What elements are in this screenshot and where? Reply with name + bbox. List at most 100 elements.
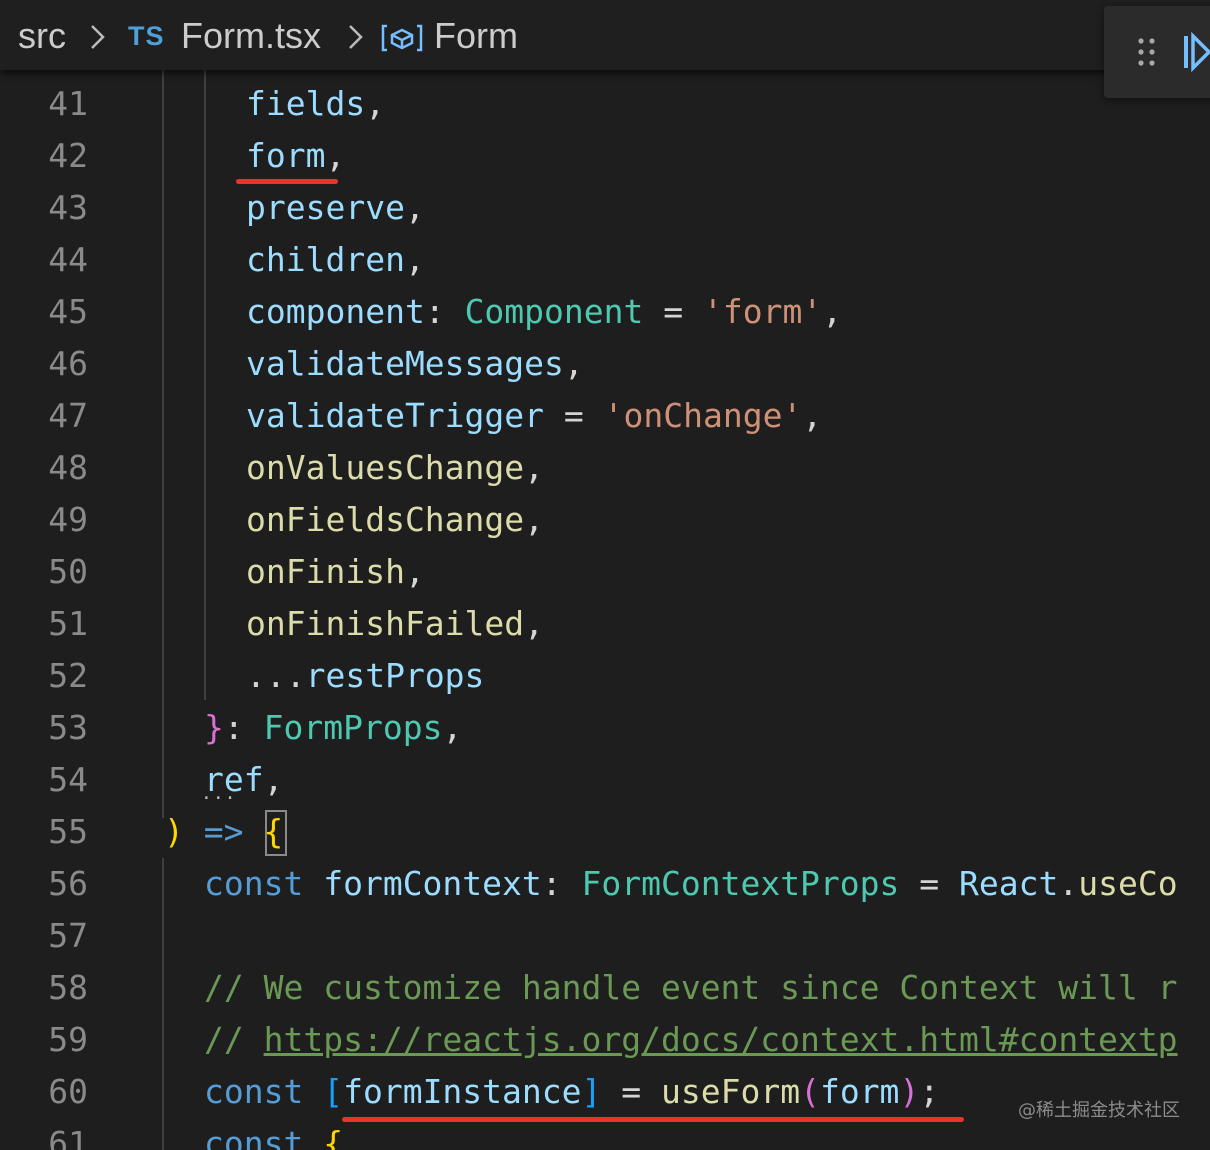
- code-token: 'form': [702, 292, 823, 331]
- code-token: form: [246, 136, 326, 175]
- drag-handle-icon[interactable]: [1136, 36, 1158, 68]
- code-token: const: [204, 1124, 304, 1150]
- symbol-variable-icon: [381, 24, 423, 52]
- typescript-file-icon: TS: [128, 21, 165, 51]
- code-line[interactable]: ...restProps: [246, 650, 484, 702]
- code-line[interactable]: const formContext: FormContextProps = Re…: [204, 858, 1178, 910]
- line-number: 55: [48, 812, 88, 851]
- code-token: const: [204, 864, 304, 903]
- code-token: {: [323, 1124, 344, 1150]
- line-number: 59: [48, 1020, 88, 1059]
- debug-toolbar: [1104, 6, 1210, 98]
- code-token: form: [819, 1072, 900, 1111]
- code-line[interactable]: preserve,: [246, 182, 425, 234]
- indent-guide-inner: [204, 70, 206, 700]
- indent-guide-outer: [162, 70, 164, 818]
- code-token: ,: [365, 84, 386, 123]
- line-number: 58: [48, 968, 88, 1007]
- code-line[interactable]: const [formInstance] = useForm(form);: [204, 1066, 939, 1118]
- code-token: 'onChange': [603, 396, 803, 435]
- line-number: 56: [48, 864, 88, 903]
- code-token: ,: [524, 604, 545, 643]
- code-token: [: [323, 1072, 344, 1111]
- code-line[interactable]: children,: [246, 234, 425, 286]
- code-token: =: [643, 292, 703, 331]
- code-token: onFinish: [246, 552, 405, 591]
- code-token: ,: [325, 136, 346, 175]
- line-number: 54: [48, 760, 88, 799]
- code-token: validateTrigger: [246, 396, 545, 435]
- code-token: ,: [404, 188, 425, 227]
- line-number: 53: [48, 708, 88, 747]
- breadcrumb: src TS Form.tsx Form: [0, 0, 1210, 70]
- code-token: component: [246, 292, 425, 331]
- continue-icon[interactable]: [1182, 32, 1210, 72]
- code-token: Component: [464, 292, 644, 331]
- code-line[interactable]: validateTrigger = 'onChange',: [246, 390, 822, 442]
- code-token: ,: [563, 344, 584, 383]
- code-line[interactable]: fields,: [246, 78, 385, 130]
- forminstance-underline-annotation: [342, 1117, 964, 1122]
- code-token: ,: [802, 396, 823, 435]
- code-token: :: [541, 864, 582, 903]
- code-token: onValuesChange: [246, 448, 525, 487]
- code-line[interactable]: }: FormProps,: [204, 702, 462, 754]
- code-line[interactable]: component: Component = 'form',: [246, 286, 842, 338]
- code-token: =: [601, 1072, 661, 1111]
- code-line[interactable]: onFinishFailed,: [246, 598, 544, 650]
- code-line[interactable]: // We customize handle event since Conte…: [204, 962, 1178, 1014]
- code-token: FormContextProps: [581, 864, 900, 903]
- code-token: ]: [581, 1072, 602, 1111]
- code-token: preserve: [246, 188, 405, 227]
- line-number: 48: [48, 448, 88, 487]
- code-token: ,: [404, 552, 425, 591]
- code-token: ): [899, 1072, 920, 1111]
- line-number: 51: [48, 604, 88, 643]
- chevron-right-icon: [349, 25, 363, 49]
- code-line[interactable]: form,: [246, 130, 345, 182]
- code-token: ...: [246, 656, 306, 695]
- line-number: 45: [48, 292, 88, 331]
- breadcrumb-symbol[interactable]: Form: [434, 14, 518, 58]
- code-token: onFinishFailed: [246, 604, 525, 643]
- code-token: fields: [246, 84, 366, 123]
- code-token: ,: [263, 760, 284, 799]
- code-token: onFieldsChange: [246, 500, 525, 539]
- code-token: =>: [203, 812, 244, 851]
- line-number: 52: [48, 656, 88, 695]
- code-line[interactable]: const {: [204, 1118, 343, 1150]
- code-token: ): [164, 812, 184, 851]
- code-token: =: [899, 864, 960, 903]
- line-number: 44: [48, 240, 88, 279]
- code-token: React: [959, 864, 1059, 903]
- line-number: 49: [48, 500, 88, 539]
- code-token: formInstance: [343, 1072, 582, 1111]
- code-line[interactable]: onValuesChange,: [246, 442, 544, 494]
- code-token: //: [204, 1020, 264, 1059]
- breadcrumb-folder[interactable]: src: [18, 14, 66, 58]
- line-number: 60: [48, 1072, 88, 1111]
- code-line[interactable]: validateMessages,: [246, 338, 584, 390]
- code-token: :: [424, 292, 465, 331]
- line-number: 46: [48, 344, 88, 383]
- chevron-right-icon: [91, 25, 105, 49]
- code-token: // We customize handle event since Conte…: [204, 968, 1178, 1007]
- code-token: validateMessages: [246, 344, 564, 383]
- breadcrumb-file[interactable]: Form.tsx: [181, 14, 321, 58]
- code-token: :: [223, 708, 264, 747]
- form-underline-annotation: [236, 179, 338, 184]
- code-editor[interactable]: 41 42 43 44 45 46 47 48 49 50 51 52 53 54 55 56 57 58 59 60…: [0, 0, 1210, 1150]
- line-number: 57: [48, 916, 88, 955]
- code-line[interactable]: onFinish,: [246, 546, 425, 598]
- code-token: formContext: [323, 864, 542, 903]
- code-line[interactable]: onFieldsChange,: [246, 494, 544, 546]
- code-token: restProps: [305, 656, 485, 695]
- code-token: ;: [919, 1072, 940, 1111]
- code-line[interactable]: // https://reactjs.org/docs/context.html…: [204, 1014, 1178, 1066]
- code-token: children: [246, 240, 405, 279]
